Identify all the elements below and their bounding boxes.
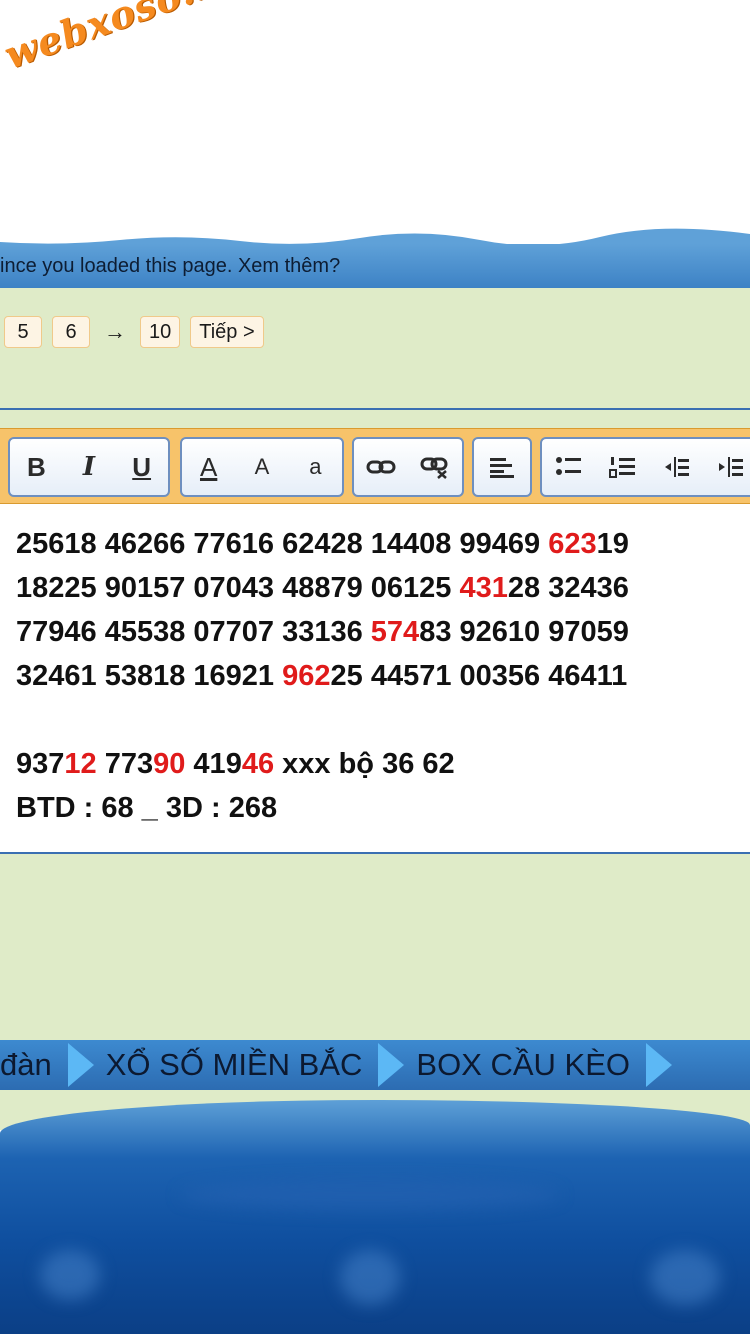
text-segment: BTD : 68 _ 3D : 268 — [16, 792, 278, 824]
underline-button[interactable]: U — [120, 452, 164, 483]
lower-panel — [0, 854, 750, 1040]
footer — [0, 1100, 750, 1334]
align-group — [472, 437, 532, 497]
header-area: webxoso.net — [0, 0, 750, 245]
text-segment: 83 92610 97059 — [419, 616, 629, 648]
nav-item-xsmb[interactable]: XỔ SỐ MIỀN BẮC — [106, 1047, 379, 1083]
editor-line: BTD : 68 _ 3D : 268 — [16, 786, 750, 830]
highlighted-digits: 12 — [64, 748, 97, 780]
text-segment: xxx bộ 36 62 — [274, 748, 455, 780]
chevron-right-icon — [646, 1043, 673, 1087]
editor-line: 93712 77390 41946 xxx bộ 36 62 — [16, 742, 750, 786]
editor-toolbar: B I U A A a — [0, 428, 750, 504]
font-group: A A a — [180, 437, 344, 497]
next-page-button[interactable]: Tiếp > — [190, 316, 264, 348]
site-logo[interactable]: webxoso.net — [0, 0, 268, 78]
pagination-panel: 5 6 → 10 Tiếp > — [0, 288, 750, 410]
pagination: 5 6 → 10 Tiếp > — [4, 316, 274, 348]
highlighted-digits: 46 — [241, 748, 275, 780]
nav-item-forum[interactable]: đàn — [0, 1047, 68, 1083]
page-arrow-icon: → — [104, 319, 126, 344]
font-color-button[interactable]: A — [187, 452, 231, 483]
link-icon[interactable] — [359, 456, 403, 478]
text-segment: 419 — [185, 748, 242, 780]
new-content-notice[interactable]: ince you loaded this page. Xem thêm? — [0, 244, 750, 288]
text-segment: 28 32436 — [507, 572, 629, 604]
editor-line: 25618 46266 77616 62428 14408 99469 6231… — [16, 522, 750, 566]
chevron-right-icon — [67, 1043, 94, 1087]
bullet-list-icon[interactable] — [547, 455, 591, 479]
unlink-icon[interactable] — [413, 455, 457, 479]
text-segment: 32461 53818 16921 — [16, 660, 283, 692]
editor-line: 77946 45538 07707 33136 57483 92610 9705… — [16, 610, 750, 654]
highlighted-digits: 90 — [153, 748, 186, 780]
indent-icon[interactable] — [709, 455, 750, 479]
bold-button[interactable]: B — [14, 452, 58, 483]
outdent-icon[interactable] — [655, 455, 699, 479]
font-size-button[interactable]: A — [240, 454, 284, 480]
text-segment: 18225 90157 07043 48879 06125 — [16, 572, 460, 604]
breadcrumb-nav: đàn XỔ SỐ MIỀN BẮC BOX CẦU KÈO — [0, 1040, 750, 1090]
link-group — [352, 437, 464, 497]
text-format-group: B I U — [8, 437, 170, 497]
align-left-icon[interactable] — [480, 456, 524, 478]
highlighted-digits: 574 — [370, 616, 420, 648]
text-segment: 19 — [596, 528, 629, 560]
page-6-button[interactable]: 6 — [52, 316, 90, 348]
message-editor[interactable]: 25618 46266 77616 62428 14408 99469 6231… — [0, 504, 750, 854]
editor-line: 18225 90157 07043 48879 06125 43128 3243… — [16, 566, 750, 610]
italic-button[interactable]: I — [67, 452, 111, 482]
spacer-strip — [0, 410, 750, 428]
text-segment: 25618 46266 77616 62428 14408 99469 — [16, 528, 549, 560]
editor-content: 25618 46266 77616 62428 14408 99469 6231… — [16, 522, 750, 830]
chevron-right-icon — [378, 1043, 405, 1087]
editor-line: 32461 53818 16921 96225 44571 00356 4641… — [16, 654, 750, 698]
text-segment: 773 — [96, 748, 154, 780]
numbered-list-icon[interactable] — [601, 455, 645, 479]
notice-text: ince you loaded this page. Xem thêm? — [0, 255, 341, 277]
nav-item-box-cau-keo[interactable]: BOX CẦU KÈO — [416, 1047, 646, 1083]
page-5-button[interactable]: 5 — [4, 316, 42, 348]
text-segment: 937 — [16, 748, 65, 780]
editor-blank-line — [16, 698, 750, 742]
highlighted-digits: 623 — [548, 528, 597, 560]
page-10-button[interactable]: 10 — [140, 316, 181, 348]
text-segment: 77946 45538 07707 33136 — [16, 616, 371, 648]
highlighted-digits: 431 — [459, 572, 508, 604]
highlighted-digits: 962 — [282, 660, 331, 692]
font-style-button[interactable]: a — [293, 454, 337, 480]
list-group — [540, 437, 750, 497]
text-segment: 25 44571 00356 46411 — [330, 660, 628, 692]
